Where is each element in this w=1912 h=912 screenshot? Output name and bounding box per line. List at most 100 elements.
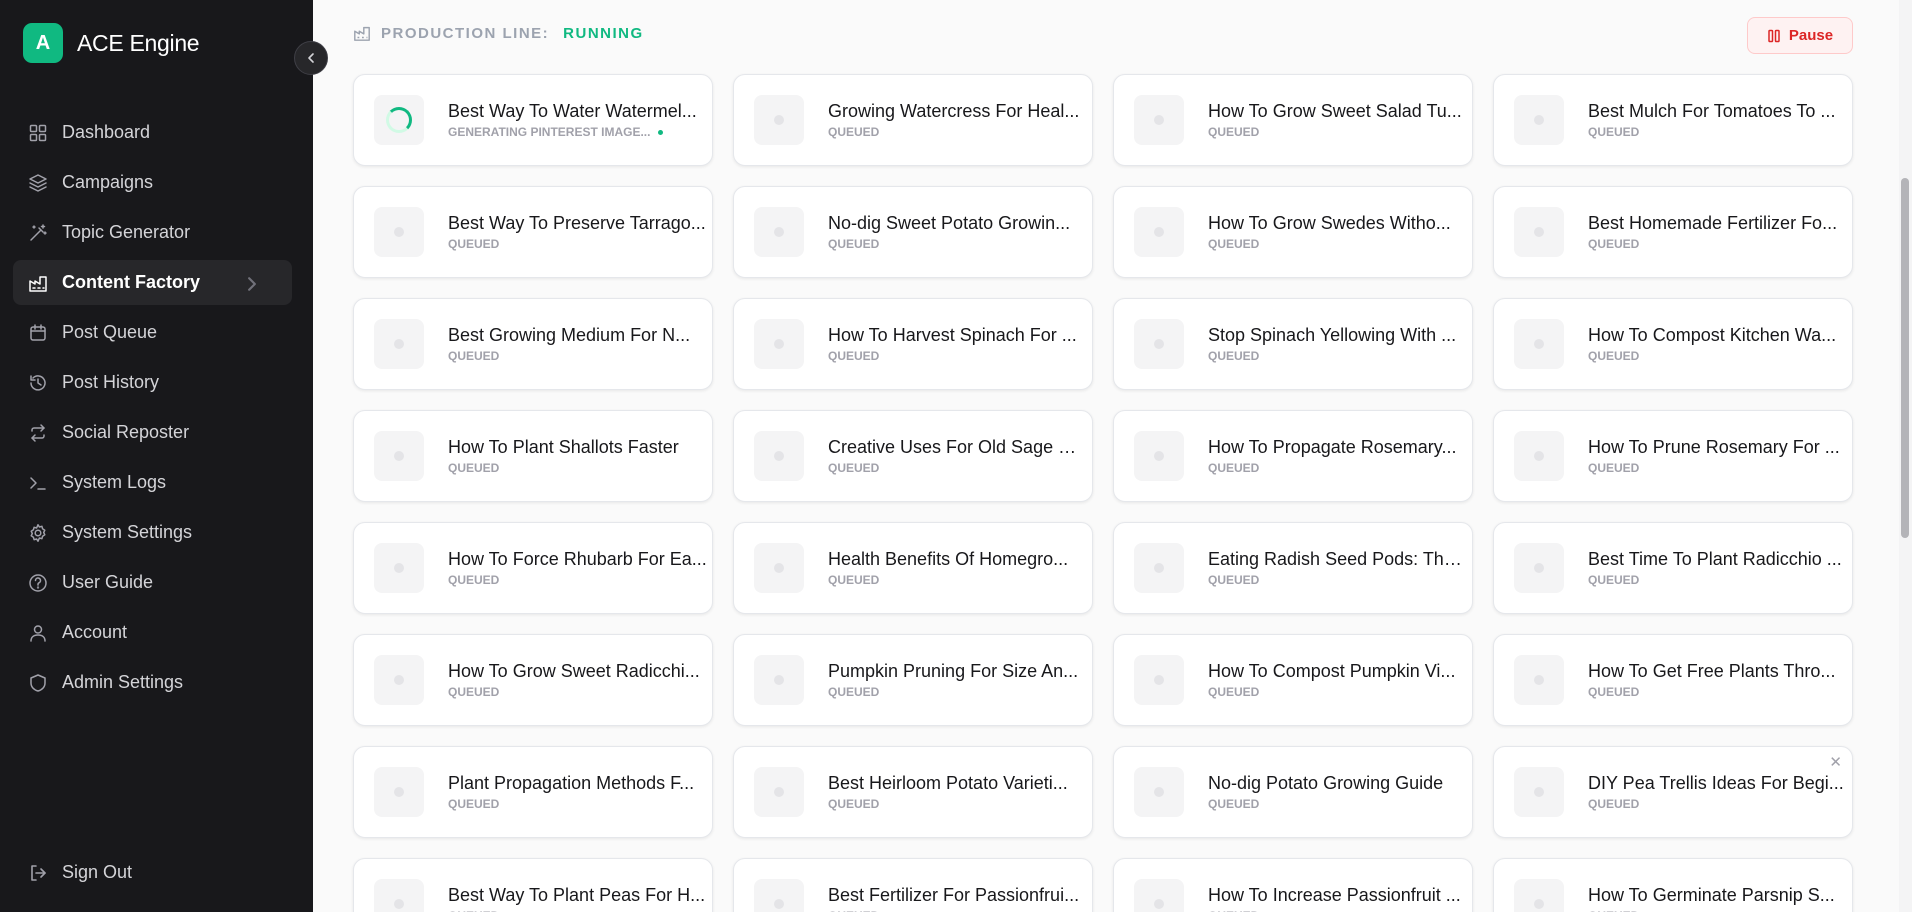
card-text: How To Germinate Parsnip S...QUEUED: [1588, 885, 1848, 912]
scrollbar-thumb[interactable]: [1901, 178, 1909, 538]
card-thumbnail: [1514, 879, 1564, 912]
card-text: Eating Radish Seed Pods: The... QUEUED: [1208, 549, 1468, 587]
card-status: QUEUED: [1588, 461, 1640, 475]
card-thumbnail: [1514, 655, 1564, 705]
content-card[interactable]: How To Harvest Spinach For ... QUEUED: [733, 298, 1093, 390]
content-card[interactable]: How To Force Rhubarb For Ea... QUEUED: [353, 522, 713, 614]
sidebar-item-dashboard[interactable]: Dashboard: [13, 110, 292, 155]
content-card[interactable]: Growing Watercress For Heal... QUEUED: [733, 74, 1093, 166]
pause-button[interactable]: Pause: [1747, 17, 1853, 54]
card-text: Best Way To Preserve Tarrago... QUEUED: [448, 213, 708, 251]
pause-label: Pause: [1788, 27, 1834, 44]
content-card[interactable]: How To Compost Pumpkin Vi... QUEUED: [1113, 634, 1473, 726]
content-card[interactable]: How To Grow Sweet Salad Tu... QUEUED: [1113, 74, 1473, 166]
sidebar-item-system-logs[interactable]: System Logs: [13, 460, 292, 505]
card-status-row: QUEUED: [1208, 461, 1468, 475]
card-text: Best Growing Medium For N... QUEUED: [448, 325, 708, 363]
content-card[interactable]: Best Fertilizer For Passionfrui...QUEUED: [733, 858, 1093, 912]
content-card[interactable]: Best Mulch For Tomatoes To ... QUEUED: [1493, 74, 1853, 166]
user-icon: [30, 624, 46, 642]
card-text: Growing Watercress For Heal... QUEUED: [828, 101, 1088, 139]
sidebar-item-social-reposter[interactable]: Social Reposter: [13, 410, 292, 455]
content-card[interactable]: How To Prune Rosemary For ... QUEUED: [1493, 410, 1853, 502]
card-title: Best Mulch For Tomatoes To ...: [1588, 101, 1836, 121]
card-thumbnail: [754, 655, 804, 705]
sidebar-item-user-guide[interactable]: User Guide: [13, 560, 292, 605]
scrollbar[interactable]: [1899, 0, 1912, 912]
content-card[interactable]: How To Grow Swedes Witho... QUEUED: [1113, 186, 1473, 278]
card-status-row: QUEUED: [1588, 237, 1848, 251]
content-card[interactable]: How To Germinate Parsnip S...QUEUED: [1493, 858, 1853, 912]
placeholder-dot-icon: [774, 339, 784, 349]
card-thumbnail: [1134, 95, 1184, 145]
content-card[interactable]: No-dig Potato Growing Guide QUEUED: [1113, 746, 1473, 838]
placeholder-dot-icon: [1154, 115, 1164, 125]
close-icon[interactable]: ✕: [1829, 753, 1842, 771]
sidebar-item-campaigns[interactable]: Campaigns: [13, 160, 292, 205]
content-card[interactable]: How To Grow Sweet Radicchi... QUEUED: [353, 634, 713, 726]
chevron-right-icon: [248, 277, 256, 291]
collapse-sidebar-button[interactable]: [294, 41, 328, 75]
card-title: Best Way To Water Watermel...: [448, 101, 697, 121]
content-card[interactable]: How To Get Free Plants Thro... QUEUED: [1493, 634, 1853, 726]
card-text: How To Grow Sweet Salad Tu... QUEUED: [1208, 101, 1468, 139]
placeholder-dot-icon: [1534, 227, 1544, 237]
card-text: How To Increase Passionfruit ...QUEUED: [1208, 885, 1468, 912]
card-status-row: QUEUED: [1588, 461, 1848, 475]
content-card[interactable]: Best Homemade Fertilizer Fo... QUEUED: [1493, 186, 1853, 278]
content-card[interactable]: Eating Radish Seed Pods: The... QUEUED: [1113, 522, 1473, 614]
factory-icon: [354, 26, 370, 41]
content-card[interactable]: Pumpkin Pruning For Size An... QUEUED: [733, 634, 1093, 726]
content-card[interactable]: Plant Propagation Methods F... QUEUED: [353, 746, 713, 838]
loading-spinner-icon: [386, 107, 412, 133]
content-card[interactable]: Best Heirloom Potato Varieti... QUEUED: [733, 746, 1093, 838]
content-card[interactable]: DIY Pea Trellis Ideas For Begi... QUEUED ✕: [1493, 746, 1853, 838]
content-card[interactable]: Best Growing Medium For N... QUEUED: [353, 298, 713, 390]
card-title: How To Plant Shallots Faster: [448, 437, 679, 457]
content-card[interactable]: No-dig Sweet Potato Growin... QUEUED: [733, 186, 1093, 278]
card-title: How To Germinate Parsnip S...: [1588, 885, 1835, 905]
sign-out-container: Sign Out: [13, 850, 292, 900]
content-card[interactable]: How To Plant Shallots Faster QUEUED: [353, 410, 713, 502]
factory-icon: [29, 275, 47, 292]
sign-out-label: Sign Out: [62, 862, 133, 882]
card-thumbnail: [1134, 879, 1184, 912]
card-title: How To Increase Passionfruit ...: [1208, 885, 1461, 905]
card-thumbnail: [374, 655, 424, 705]
sidebar-item-admin-settings[interactable]: Admin Settings: [13, 660, 292, 705]
content-card[interactable]: Creative Uses For Old Sage St... QUEUED: [733, 410, 1093, 502]
content-card[interactable]: Health Benefits Of Homegro... QUEUED: [733, 522, 1093, 614]
content-card[interactable]: Best Way To Plant Peas For H...QUEUED: [353, 858, 713, 912]
placeholder-dot-icon: [1154, 227, 1164, 237]
content-card[interactable]: Best Way To Preserve Tarrago... QUEUED: [353, 186, 713, 278]
card-status: QUEUED: [1588, 573, 1640, 587]
content-card[interactable]: How To Increase Passionfruit ...QUEUED: [1113, 858, 1473, 912]
card-thumbnail: [1514, 95, 1564, 145]
content-card[interactable]: Stop Spinach Yellowing With ... QUEUED: [1113, 298, 1473, 390]
sidebar-item-content-factory[interactable]: Content Factory: [13, 260, 292, 305]
card-thumbnail: [754, 319, 804, 369]
content-card[interactable]: Best Way To Water Watermel... GENERATING …: [353, 74, 713, 166]
sidebar-item-system-settings[interactable]: System Settings: [13, 510, 292, 555]
content-card[interactable]: How To Compost Kitchen Wa... QUEUED: [1493, 298, 1853, 390]
placeholder-dot-icon: [394, 787, 404, 797]
card-thumbnail: [1134, 431, 1184, 481]
content-card[interactable]: Best Time To Plant Radicchio ... QUEUED: [1493, 522, 1853, 614]
card-text: How To Grow Sweet Radicchi... QUEUED: [448, 661, 708, 699]
sidebar-item-post-queue[interactable]: Post Queue: [13, 310, 292, 355]
content-grid: Best Way To Water Watermel... GENERATING …: [353, 74, 1853, 912]
card-text: How To Harvest Spinach For ... QUEUED: [828, 325, 1088, 363]
sidebar-item-label: System Settings: [62, 522, 193, 542]
sidebar-item-account[interactable]: Account: [13, 610, 292, 655]
card-title: No-dig Sweet Potato Growin...: [828, 213, 1071, 233]
sidebar-item-topic-generator[interactable]: Topic Generator: [13, 210, 292, 255]
activity-dot-icon: [658, 129, 664, 135]
sidebar-item-post-history[interactable]: Post History: [13, 360, 292, 405]
card-status-row: QUEUED: [448, 237, 708, 251]
brand[interactable]: A ACE Engine: [23, 23, 200, 63]
sign-out-button[interactable]: Sign Out: [13, 850, 292, 895]
layers-icon: [29, 173, 47, 192]
content-card[interactable]: How To Propagate Rosemary... QUEUED: [1113, 410, 1473, 502]
sidebar-item-label: System Logs: [62, 472, 167, 492]
card-thumbnail: [374, 879, 424, 912]
